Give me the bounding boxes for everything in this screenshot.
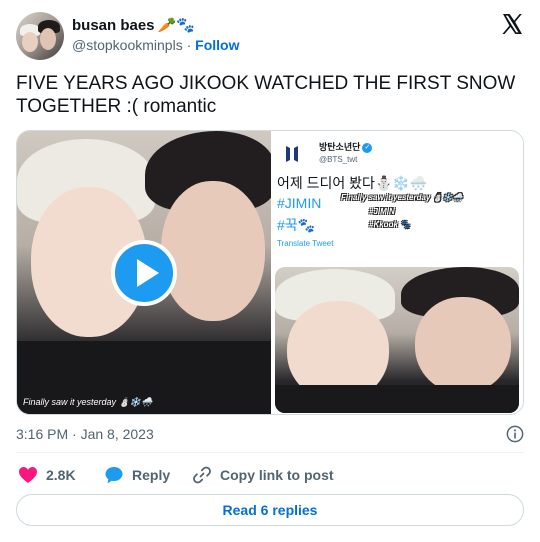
- action-bar: 2.8K Reply Copy link to post: [16, 464, 524, 486]
- tweet-header: busan baes 🥕🐾 @stopkookminpls · Follow: [16, 12, 524, 60]
- video-caption: Finally saw it yesterday ⛄❄️🌨️: [23, 397, 153, 407]
- reply-label: Reply: [132, 467, 171, 483]
- user-handle[interactable]: @stopkookminpls: [72, 37, 183, 53]
- play-icon[interactable]: [111, 240, 177, 306]
- embedded-photo: [275, 267, 519, 413]
- link-icon: [193, 466, 211, 484]
- display-name-text[interactable]: busan baes: [72, 17, 155, 34]
- name-emoji: 🥕🐾: [157, 17, 195, 34]
- follow-button[interactable]: Follow: [195, 37, 239, 53]
- embedded-hashtag-kkook: #꾹🐾: [277, 217, 316, 233]
- bts-logo-icon: [286, 146, 298, 162]
- embedded-text-line-1: 어제 드디어 봤다⛄❄️🌨️: [277, 175, 428, 191]
- overlay-caption-3: #Kkook 🐾: [369, 220, 411, 229]
- video-thumbnail[interactable]: Finally saw it yesterday ⛄❄️🌨️: [17, 131, 271, 414]
- embedded-image[interactable]: 방탄소년단 ✓ @BTS_twt 어제 드디어 봤다⛄❄️🌨️ #JIMIN #꾹…: [273, 131, 523, 414]
- separator-dot: ·: [186, 37, 192, 53]
- divider: [16, 452, 524, 453]
- display-name[interactable]: busan baes 🥕🐾: [72, 16, 195, 34]
- copy-link-label: Copy link to post: [220, 467, 334, 483]
- tweet-timestamp[interactable]: 3:16 PM · Jan 8, 2023: [16, 426, 154, 442]
- translate-tweet-link: Translate Tweet: [277, 239, 334, 248]
- reply-button[interactable]: Reply: [104, 464, 170, 486]
- x-logo-icon[interactable]: [500, 12, 524, 36]
- copy-link-button[interactable]: Copy link to post: [192, 464, 334, 486]
- embedded-author-name: 방탄소년단 ✓: [319, 140, 373, 153]
- embedded-hashtag-jimin: #JIMIN: [277, 195, 322, 211]
- like-count: 2.8K: [46, 467, 76, 483]
- overlay-caption-2: #JIMIN: [369, 207, 395, 216]
- speech-bubble-icon: [105, 467, 123, 484]
- embedded-author-name-text: 방탄소년단: [319, 142, 361, 152]
- tweet-text: FIVE YEARS AGO JIKOOK WATCHED THE FIRST …: [16, 73, 516, 117]
- like-button[interactable]: 2.8K: [18, 464, 76, 486]
- embedded-author-handle: @BTS_twt: [319, 155, 358, 164]
- read-replies-button[interactable]: Read 6 replies: [16, 494, 524, 526]
- verified-badge-icon: ✓: [362, 142, 373, 153]
- overlay-caption-1: Finally saw it yesterday ⛄❄️🌨️: [341, 193, 463, 202]
- info-icon[interactable]: [506, 425, 524, 443]
- media-container: Finally saw it yesterday ⛄❄️🌨️ 방탄소년단 ✓ @B…: [16, 130, 524, 415]
- heart-icon: [19, 467, 37, 483]
- handle-row: @stopkookminpls · Follow: [72, 37, 239, 53]
- avatar[interactable]: [16, 12, 64, 60]
